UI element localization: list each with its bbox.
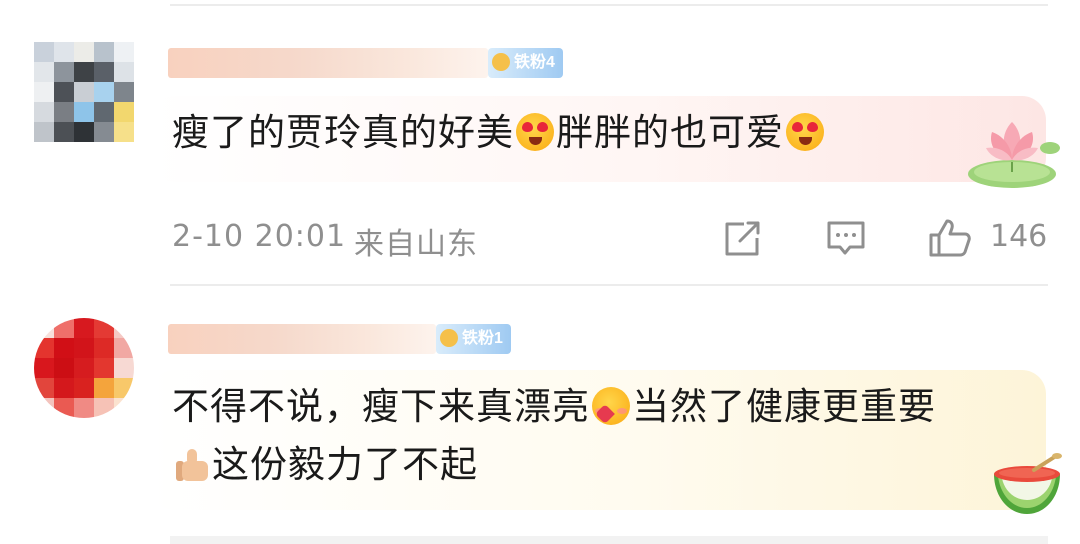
comment-timestamp: 2-10 20:01	[172, 219, 347, 254]
thumbs-up-emoji	[174, 447, 210, 483]
like-count: 146	[990, 219, 1048, 254]
heart-eyes-emoji	[786, 113, 824, 151]
username[interactable]	[168, 48, 488, 78]
comment-text-line: 不得不说，瘦下来真漂亮 当然了健康更重要	[172, 378, 1032, 436]
watermelon-sticker-icon	[994, 453, 1062, 514]
comment-text[interactable]: 不得不说，瘦下来真漂亮 当然了健康更重要 这份毅力了不起	[172, 378, 1032, 494]
badge-label: 铁粉1	[462, 330, 503, 347]
comment-text-part: 不得不说，瘦下来真漂亮	[172, 385, 590, 428]
comment-divider	[170, 284, 1048, 286]
comment-location: 来自山东	[354, 227, 478, 262]
comment-icon[interactable]	[826, 220, 866, 258]
fan-badge[interactable]: 铁粉1	[436, 324, 511, 354]
crown-icon	[440, 329, 458, 347]
comment-text-part: 胖胖的也可爱	[556, 111, 784, 154]
hugging-heart-emoji	[592, 387, 630, 425]
comment-text-line: 这份毅力了不起	[172, 436, 1032, 494]
avatar[interactable]	[34, 318, 134, 418]
comment-text-part: 瘦了的贾玲真的好美	[172, 111, 514, 154]
comment-text-part: 这份毅力了不起	[212, 443, 478, 486]
comment-text-part: 当然了健康更重要	[632, 385, 936, 428]
badge-label: 铁粉4	[514, 54, 555, 71]
lotus-sticker-icon	[968, 122, 1060, 188]
heart-eyes-emoji	[516, 113, 554, 151]
thumbs-up-icon[interactable]	[928, 218, 972, 258]
username[interactable]	[168, 324, 436, 354]
top-divider	[170, 4, 1048, 6]
crown-icon	[492, 53, 510, 71]
share-icon[interactable]	[722, 221, 762, 257]
comment-text[interactable]: 瘦了的贾玲真的好美 胖胖的也可爱	[172, 104, 826, 162]
avatar[interactable]	[34, 42, 134, 142]
bottom-divider	[170, 536, 1048, 544]
fan-badge[interactable]: 铁粉4	[488, 48, 563, 78]
